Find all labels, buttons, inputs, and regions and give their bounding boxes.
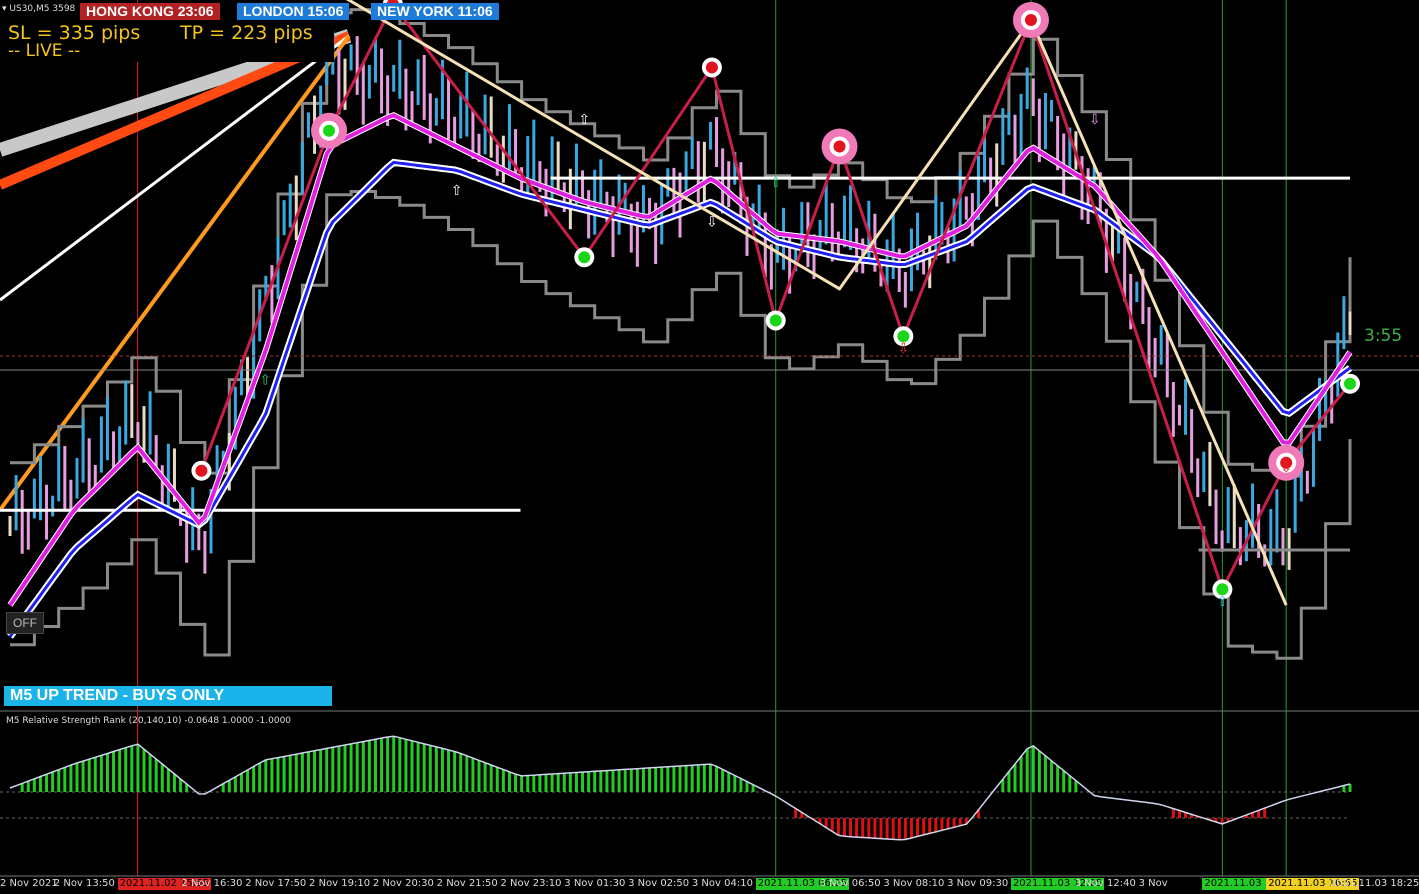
time-tick-label: 2 Nov 2021 [0,878,58,889]
trend-banner: M5 UP TREND - BUYS ONLY [4,686,332,706]
time-tick-label: 3 Nov 01:30 [564,878,626,889]
time-tick-label: 2 Nov 21:50 [436,878,498,889]
time-tick-label: 3 Nov 02:50 [628,878,690,889]
swing-high-marker [1024,14,1037,26]
price-chart[interactable]: ⇧⇩⇧⇧⇩⇧⇩⇩⇧⇩ [0,0,1419,894]
signal-arrow: ⇩ [706,215,718,231]
time-tick-label: 3 Nov 06:50 [819,878,881,889]
time-tick-label: 3 Nov 04:10 [691,878,753,889]
swing-high-marker [705,61,718,74]
signal-arrow: ⇧ [770,175,782,191]
time-tick-label: 3 Nov 08:10 [883,878,945,889]
off-toggle-button[interactable]: OFF [6,612,44,634]
chart-root: ⇧⇩⇧⇧⇩⇧⇩⇩⇧⇩ ▾ US30,M5 3598 HONG KONG 23:0… [0,0,1419,894]
time-tick-label: 2 Nov 13:50 [53,878,115,889]
session-badge-london: LONDON 15:06 [237,3,350,20]
live-status-text: -- LIVE -- [8,41,81,61]
signal-arrow: ⇧ [1217,594,1229,610]
session-badge-new-york: NEW YORK 11:06 [371,3,499,20]
symbol-suffix: 3598 [52,4,76,14]
time-tick-label: 2 Nov 17:50 [245,878,307,889]
indicator-title: M5 Relative Strength Rank (20,140,10) -0… [6,716,292,726]
time-tick-label: 2 Nov 19:10 [309,878,371,889]
signal-arrow: ⇩ [897,341,909,357]
time-tick-label: 2 Nov 16:30 [181,878,243,889]
time-tick-label: 3 Nov 09:30 [947,878,1009,889]
swing-high-marker [833,140,846,153]
bar-timer: 3:55 [1364,326,1403,346]
session-badge-hong-kong: HONG KONG 23:06 [80,3,220,20]
swing-high-marker [195,464,208,477]
swing-low-marker [769,314,782,327]
signal-arrow: ⇧ [451,183,463,199]
signal-arrow: ⇧ [259,373,271,389]
session-label: NEW YORK 11:06 [377,3,493,19]
take-profit-text: TP = 223 pips [180,22,313,44]
time-tick-label: 3 Nov [1138,878,1168,889]
swing-low-marker [1344,377,1356,390]
time-tick-label: 3 Nov 12:40 [1074,878,1136,889]
session-label: HONG KONG 23:06 [86,3,214,19]
symbol-label: ▾ US30,M5 3598 [2,4,76,14]
signal-arrow: ⇩ [1280,460,1292,476]
signal-arrow: ⇩ [1089,112,1101,128]
signal-arrow: ⇧ [578,112,590,128]
symbol-name: US30,M5 [9,4,50,14]
time-tick-label: 2 Nov 20:30 [372,878,434,889]
time-tick-label: 2 Nov 23:10 [500,878,562,889]
time-tick-label: 2021.11.03 18:25 [1330,878,1419,889]
swing-low-marker [323,124,336,137]
swing-low-marker [578,251,591,264]
session-label: LONDON 15:06 [243,3,344,19]
